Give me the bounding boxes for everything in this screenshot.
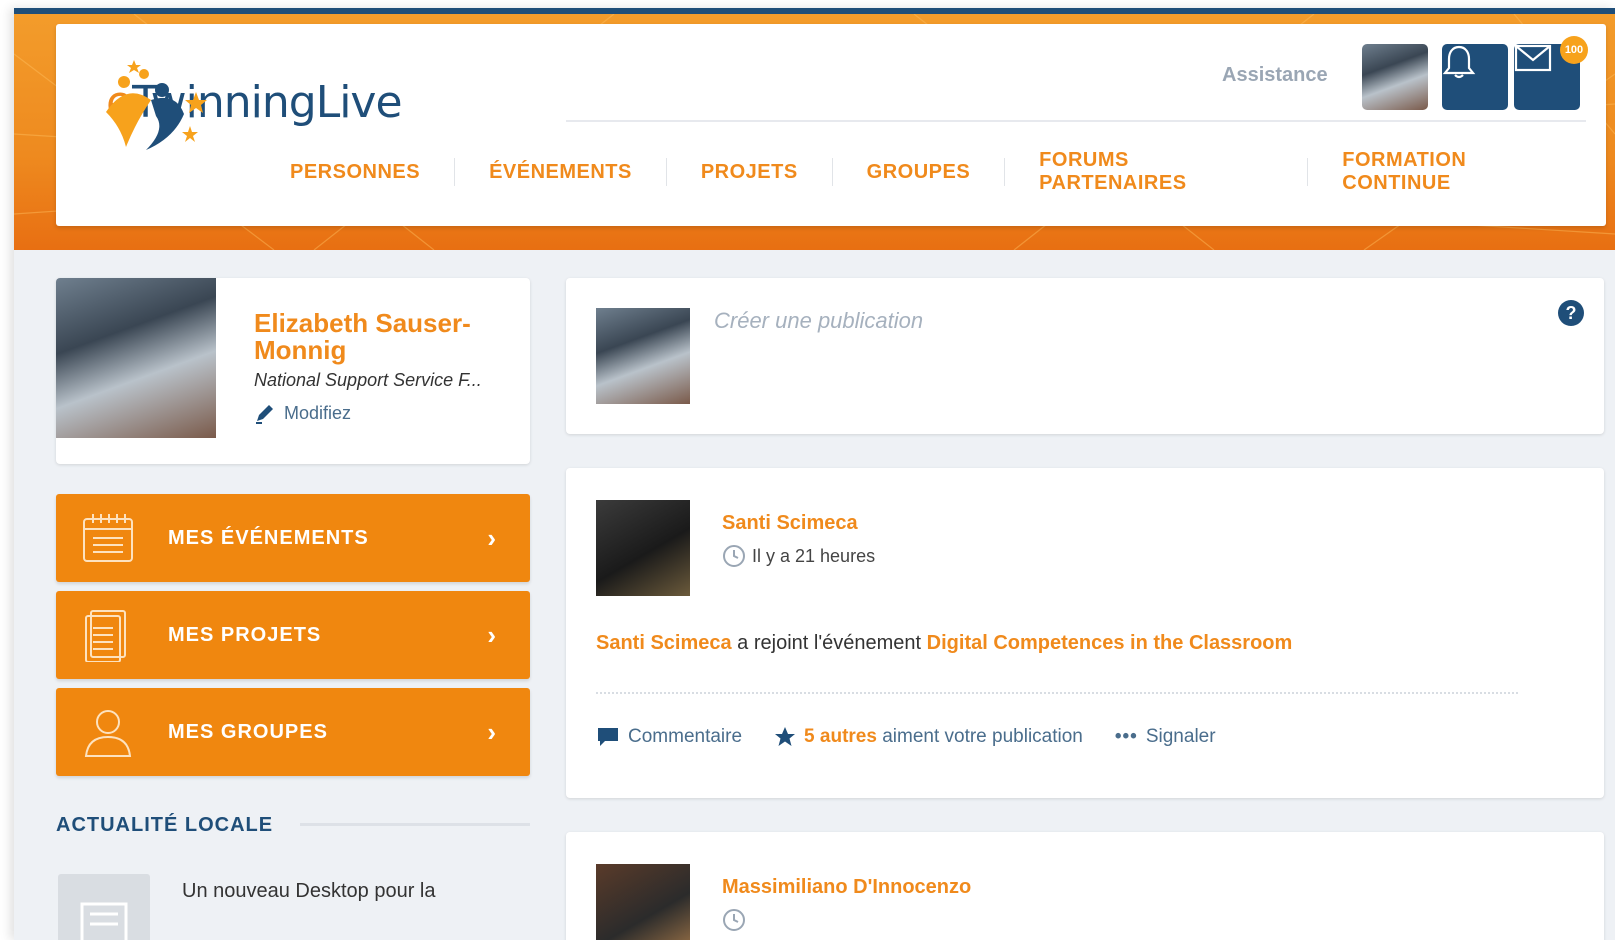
header-card: eTwinningLive Assistance 100 PERSONNES bbox=[56, 24, 1606, 226]
calendar-icon bbox=[78, 511, 138, 565]
clock-icon bbox=[723, 909, 745, 931]
post-timestamp bbox=[722, 908, 746, 932]
comment-label: Commentaire bbox=[628, 726, 743, 747]
profile-name[interactable]: Elizabeth Sauser-Monnig bbox=[254, 310, 514, 364]
post-actions: Commentaire 5 autres aiment votre public… bbox=[596, 726, 1248, 748]
header-divider bbox=[566, 120, 1586, 122]
post-body: Santi Scimeca a rejoint l'événement Digi… bbox=[596, 632, 1292, 655]
clock-icon bbox=[723, 545, 745, 567]
likes-label: 5 autres aiment votre publication bbox=[804, 726, 1083, 748]
my-projects-button[interactable]: MES PROJETS › bbox=[56, 591, 530, 679]
chevron-right-icon: › bbox=[487, 716, 496, 747]
pencil-icon bbox=[256, 405, 273, 424]
chevron-right-icon: › bbox=[487, 619, 496, 650]
likes-count-link[interactable]: 5 autres bbox=[804, 726, 877, 747]
nav-projets[interactable]: PROJETS bbox=[667, 161, 832, 184]
header-avatar[interactable] bbox=[1362, 44, 1428, 110]
etwinning-logo[interactable]: eTwinningLive bbox=[96, 52, 403, 152]
news-item-text[interactable]: Un nouveau Desktop pour la bbox=[182, 880, 436, 903]
my-groups-label: MES GROUPES bbox=[168, 720, 328, 743]
my-projects-label: MES PROJETS bbox=[168, 623, 322, 646]
post-body-event-link[interactable]: Digital Competences in the Classroom bbox=[927, 632, 1293, 654]
compose-card: Créer une publication ? bbox=[566, 278, 1604, 434]
local-news-title: ACTUALITÉ LOCALE bbox=[56, 814, 274, 836]
feed-post: Santi Scimeca Il y a 21 heures Santi Sci… bbox=[566, 468, 1604, 798]
post-divider bbox=[596, 692, 1518, 694]
post-time-text: Il y a 21 heures bbox=[752, 545, 876, 566]
my-events-label: MES ÉVÉNEMENTS bbox=[168, 526, 369, 549]
local-news-divider bbox=[300, 823, 530, 826]
header-banner: eTwinningLive Assistance 100 PERSONNES bbox=[14, 14, 1615, 250]
etwinning-logo-icon bbox=[106, 60, 207, 150]
star-icon bbox=[775, 727, 796, 746]
nav-formation-continue[interactable]: FORMATION CONTINUE bbox=[1308, 149, 1606, 195]
news-thumbnail[interactable] bbox=[58, 874, 150, 940]
comment-button[interactable]: Commentaire bbox=[596, 726, 742, 748]
mail-icon bbox=[1514, 44, 1552, 72]
messages-button[interactable]: 100 bbox=[1514, 36, 1588, 110]
profile-card: Elizabeth Sauser-Monnig National Support… bbox=[56, 278, 530, 464]
compose-avatar bbox=[596, 308, 690, 404]
edit-profile-link[interactable]: Modifiez bbox=[254, 402, 351, 424]
report-label: Signaler bbox=[1145, 726, 1216, 747]
edit-profile-label: Modifiez bbox=[284, 402, 352, 423]
post-author-avatar[interactable] bbox=[596, 500, 690, 596]
post-author-name[interactable]: Massimiliano D'Innocenzo bbox=[722, 876, 971, 899]
likes-button[interactable]: 5 autres aiment votre publication bbox=[774, 726, 1083, 748]
profile-organization: National Support Service F... bbox=[254, 370, 482, 390]
post-body-text: a rejoint l'événement bbox=[731, 632, 927, 654]
chevron-right-icon: › bbox=[487, 522, 496, 553]
notifications-button[interactable] bbox=[1442, 44, 1508, 110]
post-author-avatar[interactable] bbox=[596, 864, 690, 940]
post-author-name[interactable]: Santi Scimeca bbox=[722, 512, 858, 535]
main-nav: PERSONNES ÉVÉNEMENTS PROJETS GROUPES FOR… bbox=[256, 149, 1606, 195]
newspaper-icon bbox=[80, 902, 128, 940]
my-events-button[interactable]: MES ÉVÉNEMENTS › bbox=[56, 494, 530, 582]
page: eTwinningLive Assistance 100 PERSONNES bbox=[14, 8, 1615, 940]
feed-post: Massimiliano D'Innocenzo bbox=[566, 832, 1604, 940]
nav-forums-partenaires[interactable]: FORUMS PARTENAIRES bbox=[1005, 149, 1307, 195]
post-timestamp: Il y a 21 heures bbox=[722, 544, 875, 568]
user-icon bbox=[78, 705, 138, 759]
document-icon bbox=[78, 608, 138, 662]
profile-photo[interactable] bbox=[56, 278, 216, 438]
help-icon[interactable]: ? bbox=[1558, 300, 1584, 326]
messages-badge: 100 bbox=[1560, 36, 1588, 64]
report-button[interactable]: ••• Signaler bbox=[1115, 726, 1216, 748]
nav-evenements[interactable]: ÉVÉNEMENTS bbox=[455, 161, 666, 184]
nav-personnes[interactable]: PERSONNES bbox=[256, 161, 454, 184]
assistance-link[interactable]: Assistance bbox=[1222, 64, 1328, 87]
more-dots-icon: ••• bbox=[1114, 726, 1138, 747]
nav-groupes[interactable]: GROUPES bbox=[833, 161, 1005, 184]
bell-icon bbox=[1442, 45, 1476, 79]
post-body-actor-link[interactable]: Santi Scimeca bbox=[596, 632, 732, 654]
create-post-input[interactable]: Créer une publication bbox=[714, 308, 923, 334]
comment-icon bbox=[598, 728, 618, 746]
my-groups-button[interactable]: MES GROUPES › bbox=[56, 688, 530, 776]
likes-text: aiment votre publication bbox=[876, 726, 1083, 747]
